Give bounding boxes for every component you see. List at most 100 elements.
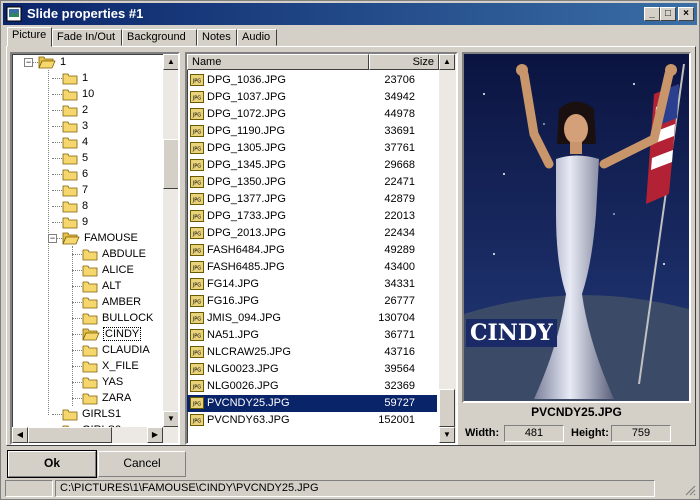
- tree-item[interactable]: 8: [62, 198, 89, 214]
- tab-fade-in-out[interactable]: Fade In/Out: [52, 29, 122, 46]
- collapse-toggle-icon[interactable]: −: [48, 234, 57, 243]
- tree-item[interactable]: ALT: [82, 278, 122, 294]
- folder-icon: [82, 297, 98, 309]
- table-row[interactable]: JPG DPG_1345.JPG 29668: [187, 157, 437, 174]
- table-row[interactable]: JPG FG16.JPG 26777: [187, 293, 437, 310]
- file-name: DPG_1345.JPG: [207, 159, 286, 171]
- tree-scroll-up-button[interactable]: ▲: [163, 54, 178, 70]
- tree-item[interactable]: 1: [38, 54, 67, 70]
- tree-item[interactable]: 10: [62, 86, 95, 102]
- table-row[interactable]: JPG DPG_2013.JPG 22434: [187, 225, 437, 242]
- tree-item[interactable]: AMBER: [82, 294, 142, 310]
- tab-audio[interactable]: Audio: [237, 29, 277, 46]
- file-size: 42879: [384, 193, 415, 205]
- folder-icon: [62, 201, 78, 213]
- tree-scroll-thumb[interactable]: [163, 139, 178, 189]
- tree-hscroll-thumb[interactable]: [28, 427, 112, 443]
- minimize-button[interactable]: _: [644, 7, 660, 21]
- tab-background[interactable]: Background: [122, 29, 197, 46]
- ok-button[interactable]: Ok: [7, 450, 97, 478]
- tree-item[interactable]: X_FILE: [82, 358, 140, 374]
- tree-item[interactable]: FAMOUSE: [62, 230, 139, 246]
- height-value: 759: [611, 425, 671, 442]
- tab-notes[interactable]: Notes: [197, 29, 237, 46]
- tree-item[interactable]: ALICE: [82, 262, 135, 278]
- tree-item[interactable]: YAS: [82, 374, 124, 390]
- table-row[interactable]: JPG JMIS_094.JPG 130704: [187, 310, 437, 327]
- tree-item-label: 6: [82, 168, 89, 181]
- folder-tree[interactable]: 1 − 1 10 2 3 4 5 6 7 8 9 FAMOUSE − ABDULE ALICE ALT AMBER…: [10, 52, 180, 445]
- arrow-right-icon: ▶: [151, 430, 159, 439]
- table-row[interactable]: JPG DPG_1190.JPG 33691: [187, 123, 437, 140]
- jpeg-file-icon: JPG: [190, 74, 204, 86]
- svg-text:JPG: JPG: [192, 249, 201, 255]
- tree-item[interactable]: 4: [62, 134, 89, 150]
- list-scroll-thumb[interactable]: [439, 389, 455, 427]
- jpeg-file-icon: JPG: [190, 159, 204, 171]
- table-row[interactable]: JPG PVCNDY63.JPG 152001: [187, 412, 437, 429]
- list-scroll-down-button[interactable]: ▼: [439, 427, 455, 443]
- file-name: NA51.JPG: [207, 329, 259, 341]
- list-scroll-up-button[interactable]: ▲: [439, 54, 455, 70]
- table-row[interactable]: JPG NLCRAW25.JPG 43716: [187, 344, 437, 361]
- tree-item[interactable]: ZARA: [82, 390, 132, 406]
- table-row[interactable]: JPG PVCNDY25.JPG 59727: [187, 395, 437, 412]
- arrow-up-icon: ▲: [443, 57, 451, 66]
- svg-text:JPG: JPG: [192, 351, 201, 357]
- table-row[interactable]: JPG DPG_1036.JPG 23706: [187, 72, 437, 89]
- svg-text:JPG: JPG: [192, 96, 201, 102]
- tree-vertical-scrollbar[interactable]: ▲ ▼: [163, 54, 178, 427]
- tree-item[interactable]: CLAUDIA: [82, 342, 151, 358]
- table-row[interactable]: JPG FASH6485.JPG 43400: [187, 259, 437, 276]
- table-row[interactable]: JPG NLG0026.JPG 32369: [187, 378, 437, 395]
- tree-connector: [48, 70, 49, 415]
- tree-item[interactable]: 6: [62, 166, 89, 182]
- tree-connector: [72, 302, 82, 303]
- jpeg-file-icon: JPG: [190, 244, 204, 256]
- title-bar[interactable]: Slide properties #1 _ □ ×: [3, 3, 697, 25]
- tree-scroll-right-button[interactable]: ▶: [147, 427, 163, 443]
- maximize-button[interactable]: □: [660, 7, 676, 21]
- tree-connector: [52, 94, 62, 95]
- tree-item[interactable]: CINDY: [82, 326, 142, 342]
- cancel-button[interactable]: Cancel: [98, 451, 186, 477]
- tree-item[interactable]: 7: [62, 182, 89, 198]
- tree-scroll-left-button[interactable]: ◀: [12, 427, 28, 443]
- collapse-toggle-icon[interactable]: −: [24, 58, 33, 67]
- tree-item-label: X_FILE: [102, 360, 139, 373]
- tree-horizontal-scrollbar[interactable]: ◀ ▶: [12, 427, 178, 443]
- file-list-scrollbar[interactable]: ▲ ▼: [439, 54, 456, 443]
- close-button[interactable]: ×: [678, 7, 694, 21]
- table-row[interactable]: JPG NLG0023.JPG 39564: [187, 361, 437, 378]
- table-row[interactable]: JPG NA51.JPG 36771: [187, 327, 437, 344]
- tree-item[interactable]: 3: [62, 118, 89, 134]
- app-icon: [6, 6, 22, 22]
- tree-item[interactable]: 1: [62, 70, 89, 86]
- jpeg-file-icon: JPG: [190, 142, 204, 154]
- file-list[interactable]: Name Size JPG DPG_1036.JPG 23706 JPG DPG_103…: [185, 52, 458, 445]
- tree-connector: [72, 270, 82, 271]
- column-header-name[interactable]: Name: [187, 54, 369, 70]
- table-row[interactable]: JPG DPG_1733.JPG 22013: [187, 208, 437, 225]
- tree-item[interactable]: ABDULE: [82, 246, 147, 262]
- tree-item[interactable]: 9: [62, 214, 89, 230]
- tree-item[interactable]: GIRLS1: [62, 406, 122, 422]
- table-row[interactable]: JPG DPG_1350.JPG 22471: [187, 174, 437, 191]
- file-name: DPG_1037.JPG: [207, 91, 286, 103]
- tree-connector: [72, 382, 82, 383]
- tree-item[interactable]: 2: [62, 102, 89, 118]
- file-name: FG16.JPG: [207, 295, 259, 307]
- table-row[interactable]: JPG DPG_1037.JPG 34942: [187, 89, 437, 106]
- table-row[interactable]: JPG DPG_1305.JPG 37761: [187, 140, 437, 157]
- tab-picture[interactable]: Picture: [7, 27, 52, 47]
- table-row[interactable]: JPG DPG_1072.JPG 44978: [187, 106, 437, 123]
- tree-item[interactable]: 5: [62, 150, 89, 166]
- column-header-size[interactable]: Size: [369, 54, 439, 70]
- table-row[interactable]: JPG FASH6484.JPG 49289: [187, 242, 437, 259]
- folder-icon: [62, 217, 78, 229]
- tree-scroll-down-button[interactable]: ▼: [163, 411, 178, 427]
- table-row[interactable]: JPG FG14.JPG 34331: [187, 276, 437, 293]
- resize-grip-icon[interactable]: [684, 484, 696, 496]
- tree-item[interactable]: BULLOCK: [82, 310, 154, 326]
- table-row[interactable]: JPG DPG_1377.JPG 42879: [187, 191, 437, 208]
